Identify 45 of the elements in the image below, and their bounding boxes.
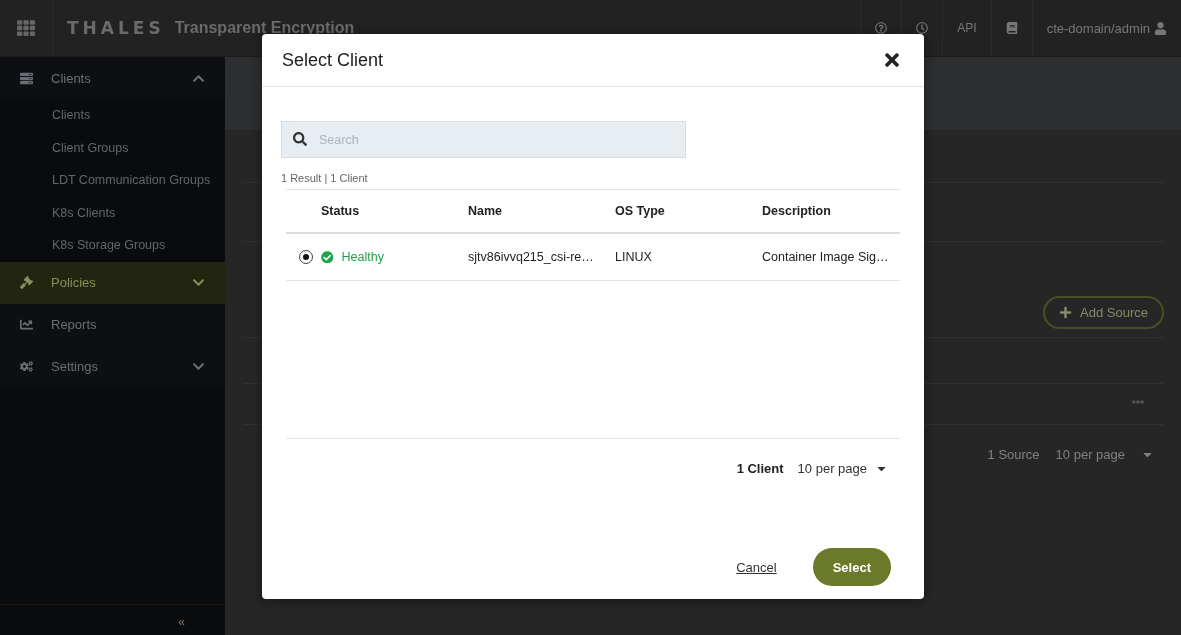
- select-button[interactable]: Select: [812, 548, 891, 586]
- sidebar-subitem[interactable]: K8s Storage Groups: [0, 229, 225, 262]
- table-cell-text: LINUX: [615, 250, 653, 264]
- user-icon[interactable]: [1154, 21, 1167, 35]
- sidebar-item[interactable]: Policies: [0, 261, 225, 304]
- status-text: Healthy: [341, 250, 384, 264]
- column-header[interactable]: Name: [468, 204, 615, 218]
- dialog-title: Select Client: [282, 49, 385, 71]
- sidebar-subitem[interactable]: Clients: [0, 99, 225, 132]
- search-icon: [293, 132, 307, 146]
- sidebar-subitem[interactable]: K8s Clients: [0, 196, 225, 229]
- logo: THALES: [67, 18, 165, 38]
- api-link[interactable]: API: [957, 21, 977, 35]
- column-header[interactable]: Description: [762, 204, 900, 218]
- close-button[interactable]: [882, 50, 902, 70]
- column-header[interactable]: Status: [321, 204, 468, 218]
- add-source-button[interactable]: Add Source: [1043, 296, 1164, 329]
- table-cell-text: sjtv86ivvq215_csi-re…: [468, 250, 595, 264]
- sidebar-item[interactable]: Reports: [0, 303, 225, 346]
- product-name: Transparent Encryption: [174, 19, 355, 37]
- result-summary: 1 Result | 1 Client: [281, 172, 369, 184]
- plus-icon: [1059, 306, 1073, 319]
- per-page-select[interactable]: 10 per page: [797, 461, 888, 476]
- sidebar-icon: [20, 360, 33, 373]
- collapse-sidebar[interactable]: «: [0, 604, 225, 635]
- sidebar-icon: [20, 71, 33, 85]
- clock-icon[interactable]: [916, 22, 929, 34]
- book-icon[interactable]: [1005, 22, 1018, 34]
- source-count: 1 Source: [987, 447, 1040, 462]
- chevron-down-icon: [192, 276, 205, 289]
- search-field[interactable]: Search: [281, 121, 686, 158]
- sidebar-item[interactable]: Settings: [0, 345, 225, 388]
- user-name[interactable]: cte-domain/admin: [1046, 20, 1150, 36]
- client-count: 1 Client: [736, 461, 784, 476]
- cancel-link[interactable]: Cancel: [736, 559, 777, 575]
- sidebar-icon: [20, 276, 33, 289]
- per-page-select[interactable]: 10 per page: [1055, 447, 1125, 462]
- sidebar-subitem[interactable]: Client Groups: [0, 131, 225, 164]
- sidebar-subitem[interactable]: LDT Communication Groups: [0, 164, 225, 197]
- help-icon[interactable]: [875, 22, 888, 34]
- chevron-down-icon: [192, 360, 205, 373]
- table-cell-text: Container Image Sig…: [762, 250, 890, 264]
- sidebar-icon: [20, 318, 33, 331]
- column-header[interactable]: OS Type: [615, 204, 762, 218]
- sidebar-item[interactable]: Clients: [0, 57, 225, 99]
